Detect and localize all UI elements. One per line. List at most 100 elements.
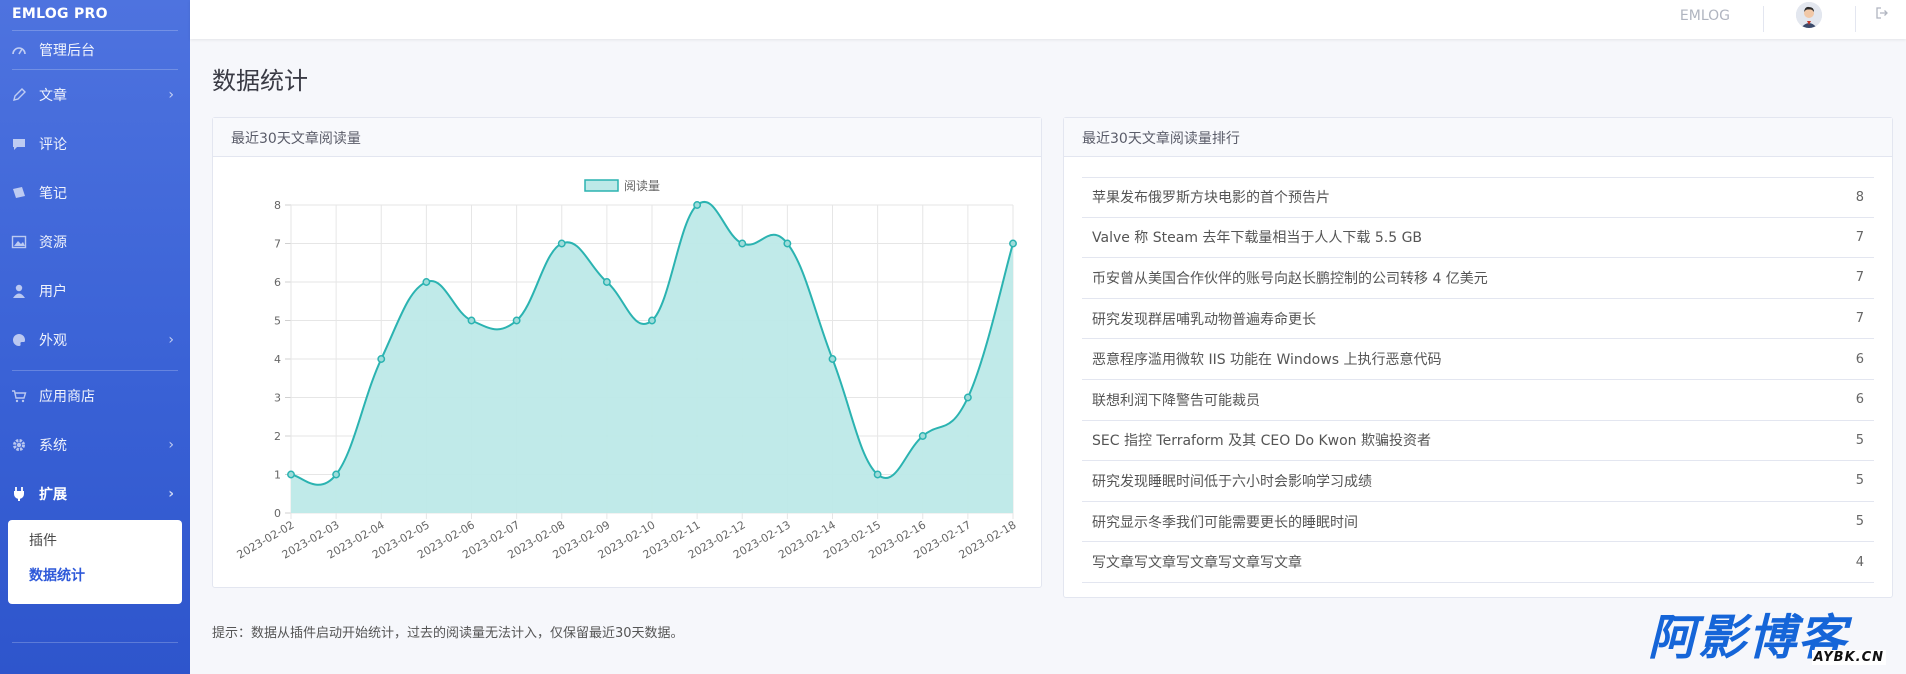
gear-icon	[9, 437, 29, 453]
logout-icon[interactable]	[1875, 6, 1889, 24]
chevron-right-icon: ›	[168, 331, 174, 348]
list-item[interactable]: 联想利润下降警告可能裁员 6	[1082, 380, 1874, 421]
submenu-item-1[interactable]: 数据统计	[29, 567, 182, 602]
sidebar-submenu: 插件 数据统计	[8, 520, 182, 604]
sticky-note-icon	[9, 185, 29, 201]
y-tick-label: 1	[274, 469, 281, 482]
data-point	[602, 278, 611, 286]
read-count-chart: 0123456782023-02-022023-02-032023-02-042…	[235, 179, 1019, 562]
pencil-icon	[9, 87, 29, 103]
site-link[interactable]: EMLOG	[1680, 8, 1730, 24]
ranking-title[interactable]: 研究发现睡眠时间低于六小时会影响学习成绩	[1092, 471, 1372, 491]
list-item[interactable]: 币安曾从美国合作伙伴的账号向赵长鹏控制的公司转移 4 亿美元 7	[1082, 258, 1874, 299]
sidebar-item-label: 资源	[39, 234, 67, 251]
ranking-count: 5	[1855, 514, 1864, 530]
y-tick-label: 5	[274, 315, 281, 328]
ranking-title[interactable]: 恶意程序滥用微软 IIS 功能在 Windows 上执行恶意代码	[1092, 349, 1441, 369]
data-point	[467, 316, 476, 325]
sidebar-item-label: 外观	[39, 332, 67, 349]
ranking-count: 8	[1855, 189, 1864, 205]
ranking-title[interactable]: 研究显示冬季我们可能需要更长的睡眠时间	[1092, 512, 1358, 532]
data-point	[332, 470, 341, 479]
ranking-title[interactable]: Valve 称 Steam 去年下载量相当于人人下载 5.5 GB	[1092, 227, 1422, 247]
top-bar: EMLOG	[190, 0, 1906, 39]
sidebar-item-label: 扩展	[39, 486, 67, 503]
dashboard-icon	[9, 42, 29, 58]
sidebar-item-8[interactable]: 系统 ›	[0, 420, 190, 469]
ranking-title[interactable]: 币安曾从美国合作伙伴的账号向赵长鹏控制的公司转移 4 亿美元	[1092, 268, 1488, 288]
sidebar-item-5[interactable]: 用户	[0, 266, 190, 315]
ranking-title[interactable]: SEC 指控 Terraform 及其 CEO Do Kwon 欺骗投资者	[1092, 430, 1431, 450]
sidebar-item-label: 应用商店	[39, 388, 95, 405]
chevron-right-icon: ›	[168, 436, 174, 453]
sidebar-divider	[12, 642, 178, 643]
sidebar-item-4[interactable]: 资源	[0, 217, 190, 266]
data-point	[918, 432, 927, 440]
sidebar-item-7[interactable]: 应用商店	[0, 371, 190, 420]
comment-icon	[9, 136, 29, 152]
topbar-divider	[1763, 6, 1764, 32]
submenu-item-0[interactable]: 插件	[29, 532, 182, 567]
brand-logo[interactable]: EMLOG PRO	[0, 0, 190, 30]
ranking-title[interactable]: 联想利润下降警告可能裁员	[1092, 390, 1260, 410]
list-item[interactable]: SEC 指控 Terraform 及其 CEO Do Kwon 欺骗投资者 5	[1082, 421, 1874, 462]
data-point	[963, 393, 972, 402]
sidebar-item-label: 文章	[39, 87, 67, 104]
sidebar-item-0[interactable]: 管理后台	[0, 31, 190, 69]
y-tick-label: 8	[274, 199, 281, 212]
list-item[interactable]: 苹果发布俄罗斯方块电影的首个预告片 8	[1082, 177, 1874, 218]
chart-card: 最近30天文章阅读量 0 1 2 3 4 5 6 7 8 2023-02-02 2023-02-03…	[212, 117, 1042, 588]
list-item[interactable]: 研究发现睡眠时间低于六小时会影响学习成绩 5	[1082, 461, 1874, 502]
sidebar-item-6[interactable]: 外观 ›	[0, 315, 190, 364]
user-icon	[9, 283, 29, 299]
sidebar-item-3[interactable]: 笔记	[0, 168, 190, 217]
data-point	[422, 278, 431, 286]
y-tick-label: 6	[274, 276, 281, 289]
store-icon	[9, 388, 29, 404]
plug-icon	[9, 486, 29, 502]
ranking-count: 4	[1855, 554, 1864, 570]
sidebar-item-9[interactable]: 扩展 ›	[0, 469, 190, 518]
y-tick-label: 3	[274, 392, 281, 405]
sidebar-item-label: 笔记	[39, 185, 67, 202]
image-icon	[9, 234, 29, 250]
list-item[interactable]: Valve 称 Steam 去年下载量相当于人人下载 5.5 GB 7	[1082, 218, 1874, 259]
list-item[interactable]: 研究显示冬季我们可能需要更长的睡眠时间 5	[1082, 502, 1874, 543]
ranking-card: 最近30天文章阅读量排行 苹果发布俄罗斯方块电影的首个预告片 8 Valve 称 S…	[1063, 117, 1893, 598]
data-point	[1009, 239, 1017, 248]
sidebar-nav: 管理后台 文章 › 评论 笔记 资源 用户 外观 › 应用商店 系统 › 扩展 › 插件 数据统计	[0, 30, 190, 604]
data-point	[693, 201, 702, 209]
palette-icon	[9, 332, 29, 348]
list-item[interactable]: 恶意程序滥用微软 IIS 功能在 Windows 上执行恶意代码 6	[1082, 339, 1874, 380]
chart-card-title: 最近30天文章阅读量	[213, 118, 1041, 157]
avatar[interactable]	[1796, 2, 1822, 28]
ranking-count: 7	[1855, 311, 1864, 327]
list-item[interactable]: 研究发现群居哺乳动物普遍寿命更长 7	[1082, 299, 1874, 340]
chevron-right-icon: ›	[168, 86, 174, 103]
page-title: 数据统计	[212, 67, 308, 95]
sidebar-item-2[interactable]: 评论	[0, 119, 190, 168]
ranking-list: 苹果发布俄罗斯方块电影的首个预告片 8 Valve 称 Steam 去年下载量相当于…	[1082, 177, 1874, 583]
y-tick-label: 7	[274, 238, 281, 251]
data-point	[377, 355, 386, 363]
sidebar-item-1[interactable]: 文章 ›	[0, 70, 190, 119]
y-tick-label: 2	[274, 430, 281, 443]
tip-text: 提示：数据从插件启动开始统计，过去的阅读量无法计入，仅保留最近30天数据。	[212, 626, 684, 641]
data-point	[873, 470, 882, 479]
ranking-card-title: 最近30天文章阅读量排行	[1064, 118, 1892, 157]
legend-swatch	[584, 179, 619, 192]
sidebar-item-label: 系统	[39, 437, 67, 454]
ranking-title[interactable]: 研究发现群居哺乳动物普遍寿命更长	[1092, 309, 1316, 329]
ranking-title[interactable]: 苹果发布俄罗斯方块电影的首个预告片	[1092, 187, 1330, 207]
list-item[interactable]: 写文章写文章写文章写文章写文章 4	[1082, 542, 1874, 583]
data-point	[783, 239, 792, 248]
watermark-logo: 阿影博客 AYBK.CN	[1648, 610, 1888, 668]
avatar-icon	[1796, 2, 1822, 28]
data-point	[512, 316, 521, 325]
data-point	[557, 239, 566, 248]
ranking-count: 5	[1855, 432, 1864, 448]
ranking-title[interactable]: 写文章写文章写文章写文章写文章	[1092, 552, 1302, 572]
ranking-count: 6	[1855, 392, 1864, 408]
y-tick-label: 0	[274, 507, 281, 520]
y-tick-label: 4	[274, 353, 281, 366]
